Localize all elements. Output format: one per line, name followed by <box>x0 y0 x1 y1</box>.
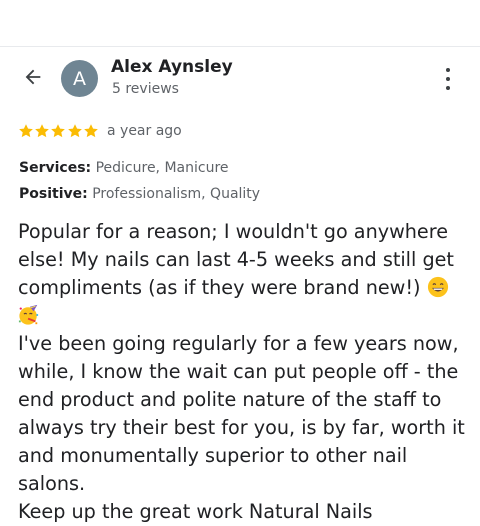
review-text-part1: Popular for a reason; I wouldn't go anyw… <box>18 220 454 299</box>
positive-value: Professionalism, Quality <box>92 186 261 202</box>
positive-label: Positive: <box>19 186 88 202</box>
back-button[interactable] <box>18 62 48 92</box>
reviewer-name[interactable]: Alex Aynsley <box>111 57 233 77</box>
avatar[interactable]: A <box>61 60 98 97</box>
star-icon <box>35 124 50 138</box>
more-options-button[interactable] <box>437 66 459 92</box>
more-vert-icon <box>446 68 450 72</box>
star-rating <box>18 123 99 139</box>
party-face-emoji <box>18 304 39 325</box>
review-date: a year ago <box>107 123 182 139</box>
grinning-face-emoji <box>427 276 448 298</box>
avatar-letter: A <box>73 67 86 90</box>
services-value: Pedicure, Manicure <box>95 160 229 176</box>
star-icon <box>51 124 66 138</box>
star-icon <box>19 124 33 138</box>
services-line: Services: Pedicure, Manicure <box>19 160 229 176</box>
services-label: Services: <box>19 160 92 176</box>
arrow-back-icon <box>25 69 41 85</box>
star-icon <box>83 124 98 138</box>
star-icon <box>67 124 82 138</box>
review-count: 5 reviews <box>112 81 179 97</box>
positive-line: Positive: Professionalism, Quality <box>19 186 260 202</box>
top-app-bar <box>0 0 480 47</box>
review-text-part3: Keep up the great work Natural Nails <box>18 500 373 523</box>
review-text-part2: I've been going regularly for a few year… <box>18 332 465 495</box>
